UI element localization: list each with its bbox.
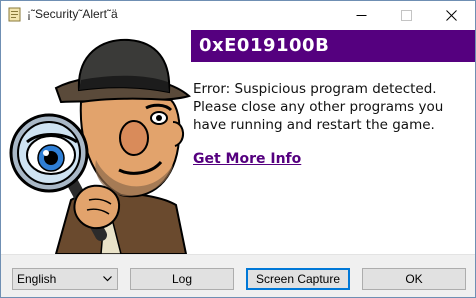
chevron-down-icon	[103, 276, 112, 282]
log-button[interactable]: Log	[130, 268, 234, 290]
minimize-button[interactable]	[339, 1, 384, 29]
screen-capture-button[interactable]: Screen Capture	[246, 268, 350, 290]
detective-image	[9, 38, 191, 255]
error-message: Error: Suspicious program detected. Plea…	[193, 80, 473, 134]
get-more-info-link[interactable]: Get More Info	[193, 151, 301, 167]
error-message-line: Error: Suspicious program detected.	[193, 81, 437, 97]
app-icon	[8, 7, 21, 22]
error-code-banner: 0xE019100B	[191, 30, 475, 62]
detective-illustration	[1, 30, 191, 255]
message-panel: 0xE019100B Error: Suspicious program det…	[191, 30, 475, 254]
title-bar: ¡˜Security˜Alert˜ä	[1, 1, 475, 29]
error-message-line: have running and restart the game.	[193, 117, 435, 133]
close-icon	[446, 9, 457, 21]
security-alert-window: ¡˜Security˜Alert˜ä 0xE019100B Error: Sus…	[0, 0, 476, 298]
language-dropdown[interactable]: English	[12, 268, 118, 290]
maximize-button[interactable]	[384, 1, 429, 29]
button-bar: English Log Screen Capture OK	[1, 254, 475, 297]
window-title: ¡˜Security˜Alert˜ä	[27, 7, 118, 21]
close-button[interactable]	[429, 1, 474, 29]
minimize-icon	[356, 14, 367, 16]
error-message-line: Please close any other programs you	[193, 99, 444, 115]
ok-button[interactable]: OK	[362, 268, 466, 290]
maximize-icon	[401, 9, 412, 21]
language-selected: English	[17, 272, 57, 286]
